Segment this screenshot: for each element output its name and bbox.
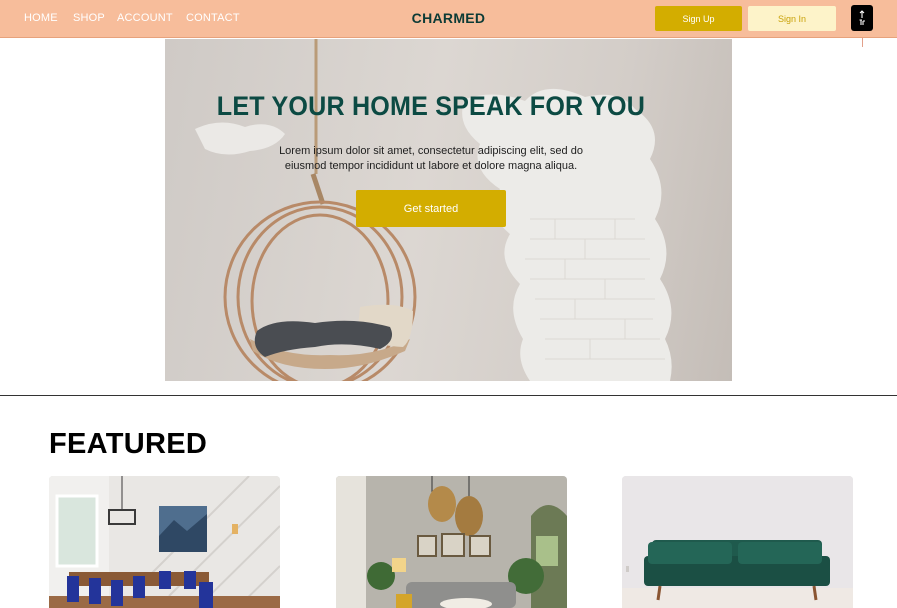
- scroll-top-button[interactable]: [851, 5, 873, 31]
- featured-title: FEATURED: [49, 428, 208, 460]
- living-room-photo: [336, 476, 567, 608]
- side-divider: [862, 38, 863, 47]
- arrow-up-icon: [859, 10, 865, 25]
- nav-link-home[interactable]: HOME: [24, 12, 58, 24]
- nav-link-contact[interactable]: CONTACT: [186, 12, 240, 24]
- hero-banner: LET YOUR HOME SPEAK FOR YOU Lorem ipsum …: [165, 39, 732, 381]
- nav-link-account[interactable]: ACCOUNT: [117, 12, 173, 24]
- hero-subtitle-line1: Lorem ipsum dolor sit amet, consectetur …: [279, 145, 583, 157]
- featured-card-2[interactable]: [336, 476, 567, 608]
- top-nav: HOME SHOP ACCOUNT CONTACT CHARMED Sign U…: [0, 0, 897, 38]
- featured-card-1[interactable]: [49, 476, 280, 608]
- hero-title: LET YOUR HOME SPEAK FOR YOU: [216, 91, 646, 121]
- hero-subtitle: Lorem ipsum dolor sit amet, consectetur …: [265, 144, 597, 174]
- hero-subtitle-line2: eiusmod tempor incididunt ut labore et d…: [284, 160, 578, 172]
- featured-card-3[interactable]: [622, 476, 853, 608]
- sign-up-button[interactable]: Sign Up: [655, 6, 742, 31]
- green-sofa-photo: [622, 476, 853, 608]
- get-started-button[interactable]: Get started: [356, 190, 506, 227]
- nav-link-shop[interactable]: SHOP: [73, 12, 105, 24]
- dining-room-photo: [49, 476, 280, 608]
- section-divider: [0, 395, 897, 396]
- sign-in-button[interactable]: Sign In: [748, 6, 836, 31]
